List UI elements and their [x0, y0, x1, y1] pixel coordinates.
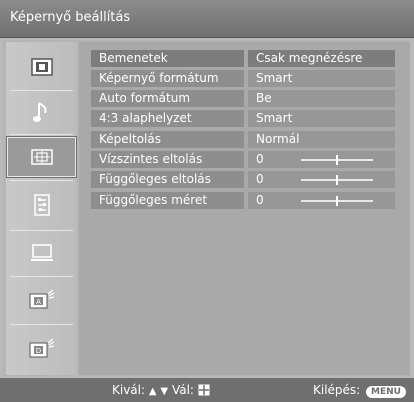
settings-list-icon	[33, 194, 50, 216]
sidebar-divider	[10, 134, 73, 135]
setting-value: Csak megnézésre	[248, 50, 395, 67]
picture-icon	[30, 58, 53, 76]
confirm-hint-label: Vál:	[171, 383, 194, 397]
arrow-down-icon: ▼	[160, 386, 169, 397]
vertical-size-slider[interactable]	[301, 196, 373, 206]
slider-knob[interactable]	[336, 196, 338, 206]
slider-knob[interactable]	[336, 155, 338, 165]
setting-row-vertical-shift[interactable]: Függőleges eltolás 0	[91, 171, 395, 188]
setting-label: Képernyő formátum	[91, 70, 244, 87]
setting-row-inputs[interactable]: Bemenetek Csak megnézésre	[91, 50, 395, 67]
setting-label: Bemenetek	[91, 50, 244, 67]
sidebar-divider	[10, 276, 73, 277]
setting-value: Smart	[248, 110, 395, 127]
setting-value-text: 0	[256, 193, 264, 207]
exit-hint: Kilépés: MENU	[313, 383, 406, 398]
arrow-up-icon: ▲	[148, 386, 157, 397]
sidebar-item-picture[interactable]	[6, 46, 77, 88]
setting-row-43-default[interactable]: 4:3 alaphelyzet Smart	[91, 110, 395, 127]
setting-row-vertical-size[interactable]: Függőleges méret 0	[91, 192, 395, 209]
footer-bar: Kivál: ▲ ▼ Vál: Kilépés: MENU	[0, 378, 414, 402]
sidebar-divider	[10, 90, 73, 91]
sidebar-item-screen[interactable]	[6, 136, 77, 178]
setting-value: Normál	[248, 131, 395, 148]
music-note-icon	[32, 101, 51, 125]
svg-text:D: D	[35, 347, 40, 355]
setting-label: Vízszintes eltolás	[91, 151, 244, 168]
setting-label: Függőleges méret	[91, 192, 244, 209]
sidebar-item-sound[interactable]	[6, 92, 77, 134]
sidebar-item-pc[interactable]	[6, 232, 77, 274]
setting-row-image-shift[interactable]: Képeltolás Normál	[91, 131, 395, 148]
window-title: Képernyő beállítás	[10, 10, 131, 25]
setting-label: Auto formátum	[91, 90, 244, 107]
setting-value: 0	[248, 151, 395, 168]
sidebar-item-digital[interactable]: D	[6, 327, 77, 369]
setting-row-screen-format[interactable]: Képernyő formátum Smart	[91, 70, 395, 87]
vertical-shift-slider[interactable]	[301, 175, 373, 185]
slider-knob[interactable]	[336, 175, 338, 185]
setting-value: Smart	[248, 70, 395, 87]
sidebar-item-analog[interactable]: A	[6, 278, 77, 320]
setting-label: Képeltolás	[91, 131, 244, 148]
setting-value: 0	[248, 192, 395, 209]
sidebar: A D	[6, 42, 77, 375]
setting-value-text: 0	[256, 152, 264, 166]
sidebar-divider	[10, 180, 73, 181]
setting-label: 4:3 alaphelyzet	[91, 110, 244, 127]
setting-row-auto-format[interactable]: Auto formátum Be	[91, 90, 395, 107]
sidebar-item-settings[interactable]	[6, 184, 77, 226]
setting-label: Függőleges eltolás	[91, 171, 244, 188]
select-hint-label: Kivál:	[112, 383, 146, 397]
analog-channel-icon: A	[29, 289, 55, 309]
sidebar-divider	[10, 230, 73, 231]
navigation-hint: Kivál: ▲ ▼ Vál:	[112, 383, 210, 399]
setting-value: Be	[248, 90, 395, 107]
menu-button[interactable]: MENU	[366, 386, 406, 398]
ok-button-icon	[198, 384, 210, 399]
screen-position-icon	[30, 149, 53, 165]
sidebar-divider	[10, 324, 73, 325]
pc-monitor-icon	[30, 244, 54, 262]
exit-hint-label: Kilépés:	[313, 383, 361, 397]
setting-value-text: 0	[256, 172, 264, 186]
title-bar: Képernyő beállítás	[0, 0, 414, 38]
digital-channel-icon: D	[29, 338, 55, 358]
svg-text:A: A	[36, 298, 41, 306]
horizontal-shift-slider[interactable]	[301, 155, 373, 165]
setting-value: 0	[248, 171, 395, 188]
setting-row-horizontal-shift[interactable]: Vízszintes eltolás 0	[91, 151, 395, 168]
